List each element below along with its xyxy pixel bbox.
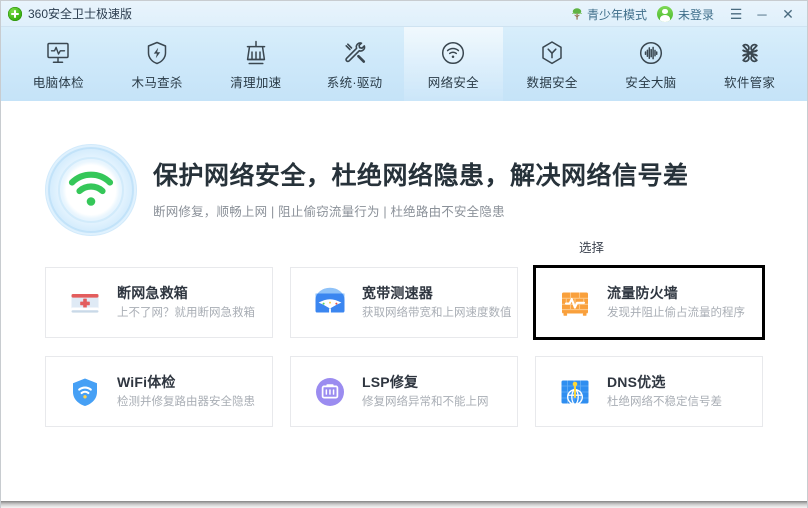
nav-label: 电脑体检: [32, 75, 84, 90]
nav-item-pc-checkup[interactable]: 电脑体检: [9, 27, 108, 101]
nav-item-security-brain[interactable]: 安全大脑: [602, 27, 701, 101]
nav-item-cleanup[interactable]: 清理加速: [207, 27, 306, 101]
nav-label: 网络安全: [427, 75, 479, 90]
nav-label: 软件管家: [724, 75, 776, 90]
window-bottom-scrollbar[interactable]: [1, 501, 807, 508]
card-desc: 获取网络带宽和上网速度数值: [362, 306, 512, 319]
card-wifi-checkup[interactable]: WiFi体检 检测并修复路由器安全隐患: [45, 356, 273, 427]
minimize-icon[interactable]: ─: [749, 2, 775, 26]
card-desc: 检测并修复路由器安全隐患: [117, 395, 255, 408]
firewall-wave-icon: [558, 286, 592, 320]
main-navbar: 电脑体检 木马查杀 清理加速 系统·驱动 网络安全 数据安全 安全大脑 软件管家: [1, 27, 807, 101]
nav-label: 数据安全: [526, 75, 578, 90]
first-aid-kit-icon: [68, 286, 102, 320]
account-button[interactable]: 未登录: [656, 6, 714, 23]
ethernet-port-icon: [313, 375, 347, 409]
card-title: LSP修复: [362, 373, 419, 390]
menu-icon[interactable]: ☰: [723, 2, 749, 26]
360-logo-icon: [8, 6, 22, 21]
card-desc: 杜绝网络不稳定信号差: [607, 395, 722, 408]
card-traffic-firewall[interactable]: 流量防火墙 发现并阻止偷占流量的程序: [533, 265, 765, 340]
card-broadband-speedtest[interactable]: 宽带测速器 获取网络带宽和上网速度数值: [290, 267, 518, 338]
shield-wifi-icon: [68, 375, 102, 409]
card-lsp-repair[interactable]: LSP修复 修复网络异常和不能上网: [290, 356, 518, 427]
card-text: DNS优选 杜绝网络不稳定信号差: [607, 374, 762, 410]
card-title: 流量防火墙: [607, 284, 678, 301]
card-network-first-aid[interactable]: 断网急救箱 上不了网？就用断网急救箱: [45, 267, 273, 338]
close-icon[interactable]: ✕: [775, 2, 801, 26]
four-petal-icon: [735, 38, 765, 68]
speedometer-icon: [313, 286, 347, 320]
brain-waveform-icon: [636, 38, 666, 68]
nav-item-software-manager[interactable]: 软件管家: [700, 27, 799, 101]
card-title: 断网急救箱: [117, 284, 188, 301]
card-title: 宽带测速器: [362, 284, 433, 301]
broom-icon: [241, 38, 271, 68]
youth-mode-label: 青少年模式: [586, 7, 647, 22]
wrench-screwdriver-icon: [340, 38, 370, 68]
monitor-pulse-icon: [43, 38, 73, 68]
select-row: 选择: [1, 237, 807, 259]
select-label: 选择: [579, 241, 605, 255]
nav-label: 清理加速: [230, 75, 282, 90]
content-area: 保护网络安全，杜绝网络隐患，解决网络信号差 断网修复，顺畅上网 | 阻止偷窃流量…: [1, 101, 807, 508]
card-dns-optimize[interactable]: DNS优选 杜绝网络不稳定信号差: [535, 356, 763, 427]
card-desc: 修复网络异常和不能上网: [362, 395, 489, 408]
wifi-signal-icon: [67, 171, 115, 209]
card-text: 宽带测速器 获取网络带宽和上网速度数值: [362, 285, 517, 321]
hero-title: 保护网络安全，杜绝网络隐患，解决网络信号差: [153, 161, 689, 190]
nav-item-trojan-scan[interactable]: 木马查杀: [108, 27, 207, 101]
card-text: 断网急救箱 上不了网？就用断网急救箱: [117, 285, 272, 321]
card-row: WiFi体检 检测并修复路由器安全隐患 LSP修复 修复网络异常和不能上网 DN…: [45, 356, 763, 427]
tool-cards: 断网急救箱 上不了网？就用断网急救箱 宽带测速器 获取网络带宽和上网速度数值 流…: [1, 259, 807, 427]
nav-item-data-security[interactable]: 数据安全: [503, 27, 602, 101]
shield-bolt-icon: [142, 38, 172, 68]
card-text: LSP修复 修复网络异常和不能上网: [362, 374, 517, 410]
nav-label: 系统·驱动: [326, 75, 383, 90]
card-text: WiFi体检 检测并修复路由器安全隐患: [117, 374, 272, 410]
hero-banner: 保护网络安全，杜绝网络隐患，解决网络信号差 断网修复，顺畅上网 | 阻止偷窃流量…: [1, 101, 807, 237]
titlebar: 360安全卫士极速版 青少年模式 未登录 ☰ ─ ✕: [1, 1, 807, 27]
avatar-icon: [656, 6, 673, 22]
card-row: 断网急救箱 上不了网？就用断网急救箱 宽带测速器 获取网络带宽和上网速度数值 流…: [45, 265, 765, 340]
tree-icon: [570, 7, 584, 21]
hero-subtitle: 断网修复，顺畅上网 | 阻止偷窃流量行为 | 杜绝路由不安全隐患: [153, 205, 505, 220]
card-title: WiFi体检: [117, 373, 176, 390]
wifi-circle-icon: [438, 38, 468, 68]
account-label: 未登录: [677, 7, 714, 22]
card-title: DNS优选: [607, 373, 666, 390]
nav-item-network-security[interactable]: 网络安全: [404, 27, 503, 101]
card-desc: 发现并阻止偷占流量的程序: [607, 306, 745, 319]
nav-item-system-driver[interactable]: 系统·驱动: [305, 27, 404, 101]
youth-mode-button[interactable]: 青少年模式: [570, 6, 647, 23]
app-title: 360安全卫士极速版: [28, 7, 133, 21]
nav-label: 木马查杀: [131, 75, 183, 90]
nav-label: 安全大脑: [625, 75, 677, 90]
globe-antenna-icon: [558, 375, 592, 409]
card-text: 流量防火墙 发现并阻止偷占流量的程序: [607, 285, 762, 321]
hexagon-icon: [537, 38, 567, 68]
app-window: 360安全卫士极速版 青少年模式 未登录 ☰ ─ ✕ 电脑体检 木马查杀 清理加…: [0, 0, 808, 508]
titlebar-right-controls: 青少年模式 未登录 ☰ ─ ✕: [570, 1, 801, 27]
hero-wifi-badge: [45, 144, 137, 236]
hero-text: 保护网络安全，杜绝网络隐患，解决网络信号差 断网修复，顺畅上网 | 阻止偷窃流量…: [153, 160, 689, 221]
card-desc: 上不了网？就用断网急救箱: [117, 306, 255, 319]
